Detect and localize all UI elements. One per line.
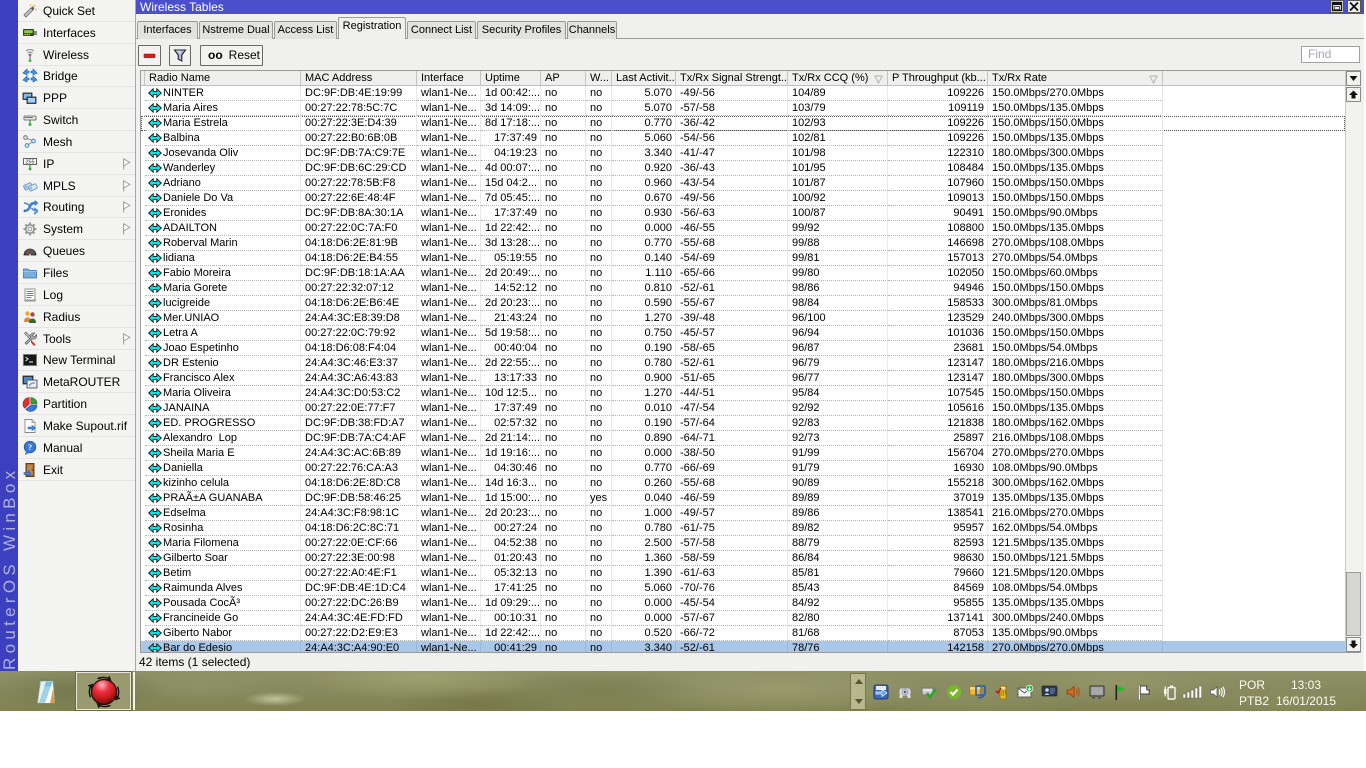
svg-text:?: ? (28, 441, 32, 451)
